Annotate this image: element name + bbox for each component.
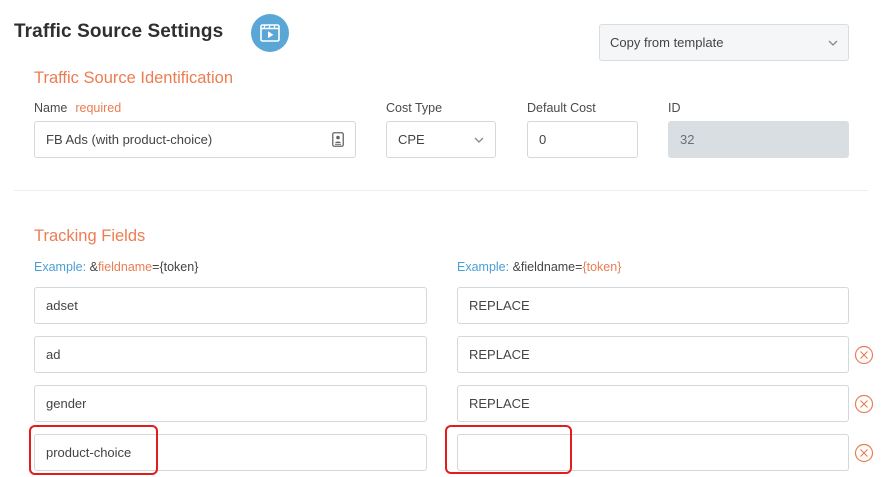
tracking-field-name-input[interactable]: product-choice xyxy=(34,434,427,471)
default-cost-value: 0 xyxy=(539,132,547,147)
field-name-value: gender xyxy=(46,396,87,411)
default-cost-input[interactable]: 0 xyxy=(527,121,638,158)
remove-row-icon[interactable] xyxy=(854,345,874,365)
token-value: REPLACE xyxy=(469,396,530,411)
contact-card-icon xyxy=(332,132,344,147)
video-play-icon xyxy=(260,24,280,42)
page-title: Traffic Source Settings xyxy=(14,21,224,42)
copy-from-template-select[interactable]: Copy from template xyxy=(599,24,849,61)
required-label: required xyxy=(75,101,122,115)
name-input[interactable]: FB Ads (with product-choice) xyxy=(34,121,356,158)
tracking-token-input[interactable]: REPLACE xyxy=(457,385,849,422)
tracking-section-title: Tracking Fields xyxy=(34,227,146,245)
tracking-field-name-input[interactable]: adset xyxy=(34,287,427,324)
field-name-value: ad xyxy=(46,347,61,362)
section-divider xyxy=(14,190,868,191)
name-input-value: FB Ads (with product-choice) xyxy=(46,132,213,147)
identification-section-title: Traffic Source Identification xyxy=(34,69,234,87)
id-field: 32 xyxy=(668,121,849,158)
cost-type-select[interactable]: CPE xyxy=(386,121,496,158)
remove-row-icon[interactable] xyxy=(854,443,874,463)
remove-row-icon[interactable] xyxy=(854,394,874,414)
tracking-field-name-input[interactable]: ad xyxy=(34,336,427,373)
chevron-down-icon xyxy=(828,40,838,46)
field-example-hint: Example: &fieldname={token} xyxy=(34,260,199,274)
field-name-value: adset xyxy=(46,298,78,313)
field-name-value: product-choice xyxy=(46,445,132,460)
chevron-down-icon xyxy=(474,137,484,143)
tracking-token-input[interactable]: REPLACE xyxy=(457,287,849,324)
token-value: REPLACE xyxy=(469,298,530,313)
token-example-hint: Example: &fieldname={token} xyxy=(457,260,622,274)
template-select-value: Copy from template xyxy=(610,35,724,50)
id-value: 32 xyxy=(680,132,695,147)
video-tutorial-button[interactable] xyxy=(251,14,289,52)
tracking-token-input[interactable]: REPLACE xyxy=(457,336,849,373)
name-label: Name required xyxy=(34,101,122,115)
cost-type-value: CPE xyxy=(398,132,425,147)
token-value: REPLACE xyxy=(469,347,530,362)
id-label: ID xyxy=(668,101,681,115)
cost-type-label: Cost Type xyxy=(386,101,443,115)
default-cost-label: Default Cost xyxy=(527,101,596,115)
tracking-field-name-input[interactable]: gender xyxy=(34,385,427,422)
tracking-token-input[interactable] xyxy=(457,434,849,471)
